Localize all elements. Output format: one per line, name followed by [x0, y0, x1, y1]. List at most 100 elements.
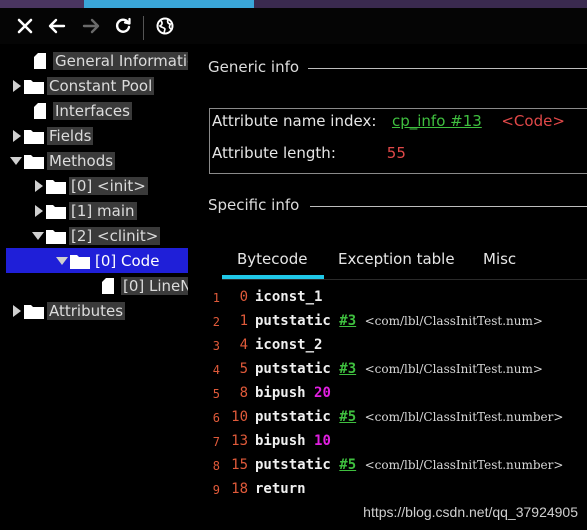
bytecode-offset: 1	[239, 313, 248, 329]
chevron-down-icon[interactable]	[8, 153, 24, 169]
generic-info-title: Generic info	[208, 58, 300, 76]
tab-misc[interactable]: Misc	[483, 250, 516, 268]
tree-item-line-number-table[interactable]: [0] LineNumberTable	[82, 273, 188, 298]
opcode: putstatic	[255, 457, 331, 473]
tree-item-label: General Information	[53, 51, 188, 70]
chevron-right-icon[interactable]	[30, 203, 46, 219]
tree-item-fields[interactable]: Fields	[8, 123, 94, 148]
attribute-name-index-label: Attribute name index:	[212, 112, 377, 130]
folder-icon	[24, 151, 44, 171]
bytecode-row: 8 15 putstatic #5 <com/lbl/ClassInitTest…	[188, 454, 587, 478]
folder-icon	[46, 201, 66, 221]
folder-icon	[46, 226, 66, 246]
opcode: iconst_1	[255, 289, 323, 305]
strip-segment-active	[84, 0, 254, 8]
bytecode-offset: 5	[239, 361, 248, 377]
constant-pool-ref-link[interactable]: #3	[339, 361, 356, 377]
bytecode-instruction: putstatic #3 <com/lbl/ClassInitTest.num>	[255, 361, 543, 377]
chevron-right-icon[interactable]	[8, 78, 24, 94]
section-divider	[308, 68, 587, 69]
close-button[interactable]	[10, 11, 40, 41]
bytecode-instruction: bipush 20	[255, 385, 331, 401]
bytecode-offset: 10	[231, 409, 248, 425]
active-tab-indicator	[222, 275, 324, 279]
chevron-right-icon[interactable]	[8, 128, 24, 144]
chevron-right-icon[interactable]	[8, 303, 24, 319]
bytecode-row: 1 0 iconst_1	[188, 286, 587, 310]
attribute-length-label: Attribute length:	[212, 144, 336, 162]
browser-button[interactable]	[150, 11, 180, 41]
tab-exception-table[interactable]: Exception table	[338, 250, 455, 268]
tree-item-methods[interactable]: Methods	[8, 148, 116, 173]
bytecode-instruction: putstatic #5 <com/lbl/ClassInitTest.numb…	[255, 457, 563, 473]
immediate-value: 10	[314, 433, 331, 449]
refresh-button[interactable]	[108, 11, 138, 41]
folder-icon	[24, 76, 44, 96]
attribute-info-box: Attribute name index: cp_info #13 <Code>…	[209, 108, 587, 174]
tree-item-method-init[interactable]: [0] <init>	[30, 173, 148, 198]
tree-item-method-clinit[interactable]: [2] <clinit>	[30, 223, 161, 248]
line-number: 9	[212, 483, 220, 497]
opcode: bipush	[255, 433, 306, 449]
folder-icon	[24, 126, 44, 146]
bytecode-row: 3 4 iconst_2	[188, 334, 587, 358]
forward-button[interactable]	[76, 11, 106, 41]
tree-item-general-information[interactable]: General Information	[14, 48, 188, 73]
constant-pool-comment: <com/lbl/ClassInitTest.num>	[364, 362, 543, 376]
constant-pool-ref-link[interactable]: #5	[339, 409, 356, 425]
opcode: putstatic	[255, 361, 331, 377]
close-icon	[17, 18, 33, 34]
tree-item-attributes[interactable]: Attributes	[8, 298, 126, 322]
line-number: 7	[212, 435, 220, 449]
opcode: return	[255, 481, 306, 497]
tree-item-label: Interfaces	[53, 101, 132, 120]
bytecode-instruction: putstatic #3 <com/lbl/ClassInitTest.num>	[255, 313, 543, 329]
tree-item-method-main[interactable]: [1] main	[30, 198, 137, 223]
tree-item-label: [0] <init>	[69, 176, 148, 195]
back-button[interactable]	[42, 11, 72, 41]
bytecode-instruction: iconst_2	[255, 337, 322, 353]
section-divider	[310, 206, 587, 207]
tree-item-code[interactable]: [0] Code	[6, 248, 188, 273]
folder-icon	[24, 301, 44, 321]
bytecode-offset: 18	[231, 481, 248, 497]
constant-pool-ref-link[interactable]: #5	[339, 457, 356, 473]
file-icon	[30, 101, 50, 121]
bytecode-instruction: bipush 10	[255, 433, 331, 449]
bytecode-row: 4 5 putstatic #3 <com/lbl/ClassInitTest.…	[188, 358, 587, 382]
watermark-text: https://blog.csdn.net/qq_37924905	[363, 504, 578, 520]
tree-item-label: [0] Code	[95, 251, 160, 270]
line-number: 3	[212, 339, 220, 353]
attribute-name-index-row: Attribute name index: cp_info #13 <Code>	[212, 112, 565, 130]
line-number: 6	[212, 411, 220, 425]
attribute-length-value: 55	[386, 144, 406, 162]
specific-info-title: Specific info	[208, 196, 300, 214]
tree-item-interfaces[interactable]: Interfaces	[14, 98, 132, 123]
opcode: bipush	[255, 385, 306, 401]
tree-item-constant-pool[interactable]: Constant Pool	[8, 73, 155, 98]
tab-bytecode[interactable]: Bytecode	[237, 250, 307, 268]
constant-pool-ref-link[interactable]: #3	[339, 313, 356, 329]
strip-segment	[254, 0, 587, 8]
cp-info-link[interactable]: cp_info #13	[392, 112, 482, 130]
line-number: 2	[212, 315, 220, 329]
chevron-right-icon[interactable]	[30, 178, 46, 194]
bytecode-offset: 13	[231, 433, 248, 449]
bytecode-row: 6 10 putstatic #5 <com/lbl/ClassInitTest…	[188, 406, 587, 430]
attribute-length-row: Attribute length: 55	[212, 144, 406, 162]
bytecode-offset: 4	[239, 337, 248, 353]
chevron-down-icon[interactable]	[30, 228, 46, 244]
constant-pool-comment: <com/lbl/ClassInitTest.num>	[364, 314, 543, 328]
attribute-name-value: <Code>	[501, 112, 565, 130]
globe-icon	[156, 17, 174, 35]
tree-item-label: Methods	[47, 151, 116, 170]
chevron-down-icon[interactable]	[54, 253, 70, 269]
line-number: 5	[212, 387, 220, 401]
line-number: 1	[212, 291, 220, 305]
bytecode-instruction: putstatic #5 <com/lbl/ClassInitTest.numb…	[255, 409, 563, 425]
tree-item-label: [2] <clinit>	[69, 226, 161, 245]
bytecode-offset: 15	[231, 457, 248, 473]
tree-item-label: Fields	[47, 126, 94, 145]
